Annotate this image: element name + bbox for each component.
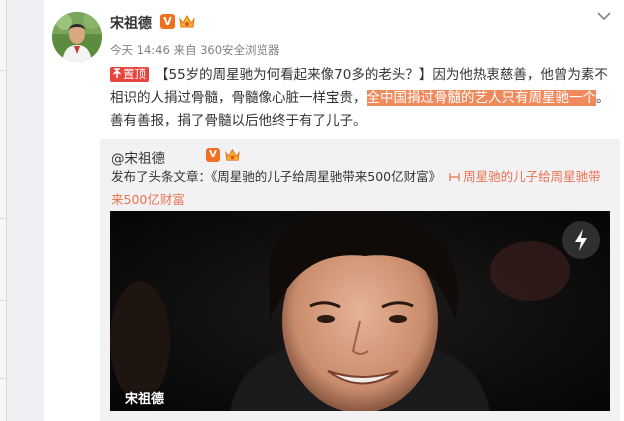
post-meta: 今天 14:46 来自 360安全浏览器 [110, 43, 280, 57]
verified-v-icon[interactable]: V [206, 148, 220, 162]
post-text-highlight: 全中国捐过骨髓的艺人只有周星驰一个 [366, 90, 596, 106]
pin-icon [112, 68, 122, 78]
pinned-label: 置顶 [123, 67, 146, 81]
repost-body-prefix: 发布了头条文章：《周星驰的儿子给周星驰带来500亿财富》 [111, 169, 442, 184]
weibo-post-card: 宋祖德 V 今天 14:46 来自 360安全浏览器 置顶 【55岁的周星驰为何看… [44, 0, 624, 421]
lightning-bolt-button[interactable] [562, 221, 600, 259]
pinned-badge: 置顶 [110, 67, 149, 82]
lightning-bolt-icon [575, 229, 587, 251]
article-link-icon [449, 173, 460, 181]
left-panel-edge [0, 0, 7, 421]
repost-box: @宋祖德 V 发布了头条文章：《周星驰的儿子给周星驰带来500亿财富》 周星驰的儿… [100, 139, 620, 421]
verified-v-icon[interactable]: V [160, 14, 175, 29]
chevron-down-icon[interactable] [596, 10, 612, 22]
post-text: 置顶 【55岁的周星驰为何看起来像70多的老头？】因为他热衷慈善，他曾为素不相识的… [110, 64, 618, 133]
repost-author[interactable]: @宋祖德 [111, 147, 165, 167]
user-avatar[interactable] [52, 12, 102, 62]
article-cover-image[interactable]: 宋祖德 [110, 211, 610, 411]
vip-crown-icon[interactable] [224, 147, 241, 163]
vip-crown-icon[interactable] [178, 13, 196, 30]
repost-body: 发布了头条文章：《周星驰的儿子给周星驰带来500亿财富》 周星驰的儿子给周星驰带来… [111, 165, 611, 211]
image-watermark: 宋祖德 [125, 392, 165, 407]
username[interactable]: 宋祖德 [110, 13, 152, 33]
